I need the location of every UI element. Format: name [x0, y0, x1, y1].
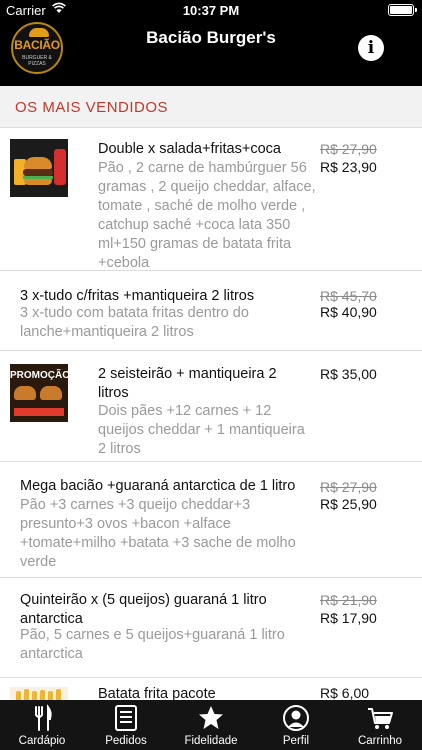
- item-price: R$ 40,90: [320, 304, 377, 320]
- item-price: R$ 6,00: [320, 685, 370, 701]
- item-old-price: R$ 27,90: [320, 479, 377, 495]
- menu-item[interactable]: 3 x-tudo c/fritas +mantiqueira 2 litros …: [0, 271, 422, 351]
- tab-label: Fidelidade: [184, 735, 238, 747]
- menu-item[interactable]: PROMOÇÃO 2 seisteirão + mantiqueira 2 li…: [0, 351, 422, 462]
- section-title: OS MAIS VENDIDOS: [15, 99, 169, 116]
- item-description: Pão, 5 carnes e 5 queijos+guaraná 1 litr…: [20, 627, 285, 662]
- promo-photo: PROMOÇÃO: [10, 364, 68, 422]
- item-description: 3 x-tudo com batata fritas dentro do lan…: [20, 305, 249, 340]
- burger-combo-photo: [10, 139, 68, 197]
- tab-label: Cardápio: [18, 735, 66, 747]
- battery-icon: [388, 4, 417, 16]
- item-description: Pão +3 carnes +3 queijo cheddar+3 presun…: [20, 497, 296, 570]
- status-time: 10:37 PM: [182, 3, 240, 18]
- info-button[interactable]: i: [358, 35, 384, 61]
- tab-carrinho[interactable]: Carrinho: [338, 700, 422, 750]
- tab-cardapio[interactable]: Cardápio: [0, 700, 84, 750]
- menu-item[interactable]: Quinteirão x (5 queijos) guaraná 1 litro…: [0, 578, 422, 678]
- tab-label: Perfil: [282, 735, 310, 747]
- list-icon: [115, 705, 137, 731]
- promo-image-text: PROMOÇÃO: [10, 370, 68, 381]
- item-price: R$ 17,90: [320, 610, 377, 626]
- status-bar: Carrier 10:37 PM: [0, 0, 422, 20]
- tab-pedidos[interactable]: Pedidos: [84, 700, 168, 750]
- item-name: Double x salada+fritas+coca: [98, 141, 281, 157]
- app-header: Carrier 10:37 PM BACIÃO BURGUER & PIZZAS…: [0, 0, 422, 86]
- info-icon: i: [367, 38, 375, 58]
- item-price: R$ 23,90: [320, 159, 377, 175]
- tab-fidelidade[interactable]: Fidelidade: [168, 700, 254, 750]
- menu-item[interactable]: Mega bacião +guaraná antarctica de 1 lit…: [0, 462, 422, 578]
- star-icon: [199, 706, 223, 729]
- item-old-price: R$ 45,70: [320, 288, 377, 304]
- item-old-price: R$ 21,90: [320, 592, 377, 608]
- tab-label: Pedidos: [105, 735, 147, 747]
- user-icon: [283, 705, 309, 731]
- menu-item[interactable]: Double x salada+fritas+coca Pão , 2 carn…: [0, 128, 422, 271]
- item-price: R$ 35,00: [320, 366, 377, 382]
- cart-icon: [368, 708, 393, 729]
- item-name: Mega bacião +guaraná antarctica de 1 lit…: [20, 478, 296, 494]
- section-header: OS MAIS VENDIDOS: [0, 86, 422, 128]
- tab-label: Carrinho: [357, 735, 403, 747]
- item-name: 2 seisteirão + mantiqueira 2 litros: [98, 366, 277, 401]
- tab-perfil[interactable]: Perfil: [254, 700, 338, 750]
- item-description: Dois pães +12 carnes + 12 queijos chedda…: [98, 403, 305, 457]
- item-description: Pão , 2 carne de hambúrguer 56 gramas , …: [98, 160, 316, 271]
- logo-subtext: BURGUER & PIZZAS: [22, 55, 52, 67]
- tab-bar: Cardápio Pedidos Fidelidade Perfil Carri…: [0, 700, 422, 750]
- item-price: R$ 25,90: [320, 496, 377, 512]
- fork-knife-icon: [35, 704, 52, 731]
- item-name: Quinteirão x (5 queijos) guaraná 1 litro…: [20, 592, 267, 627]
- item-old-price: R$ 27,90: [320, 141, 377, 157]
